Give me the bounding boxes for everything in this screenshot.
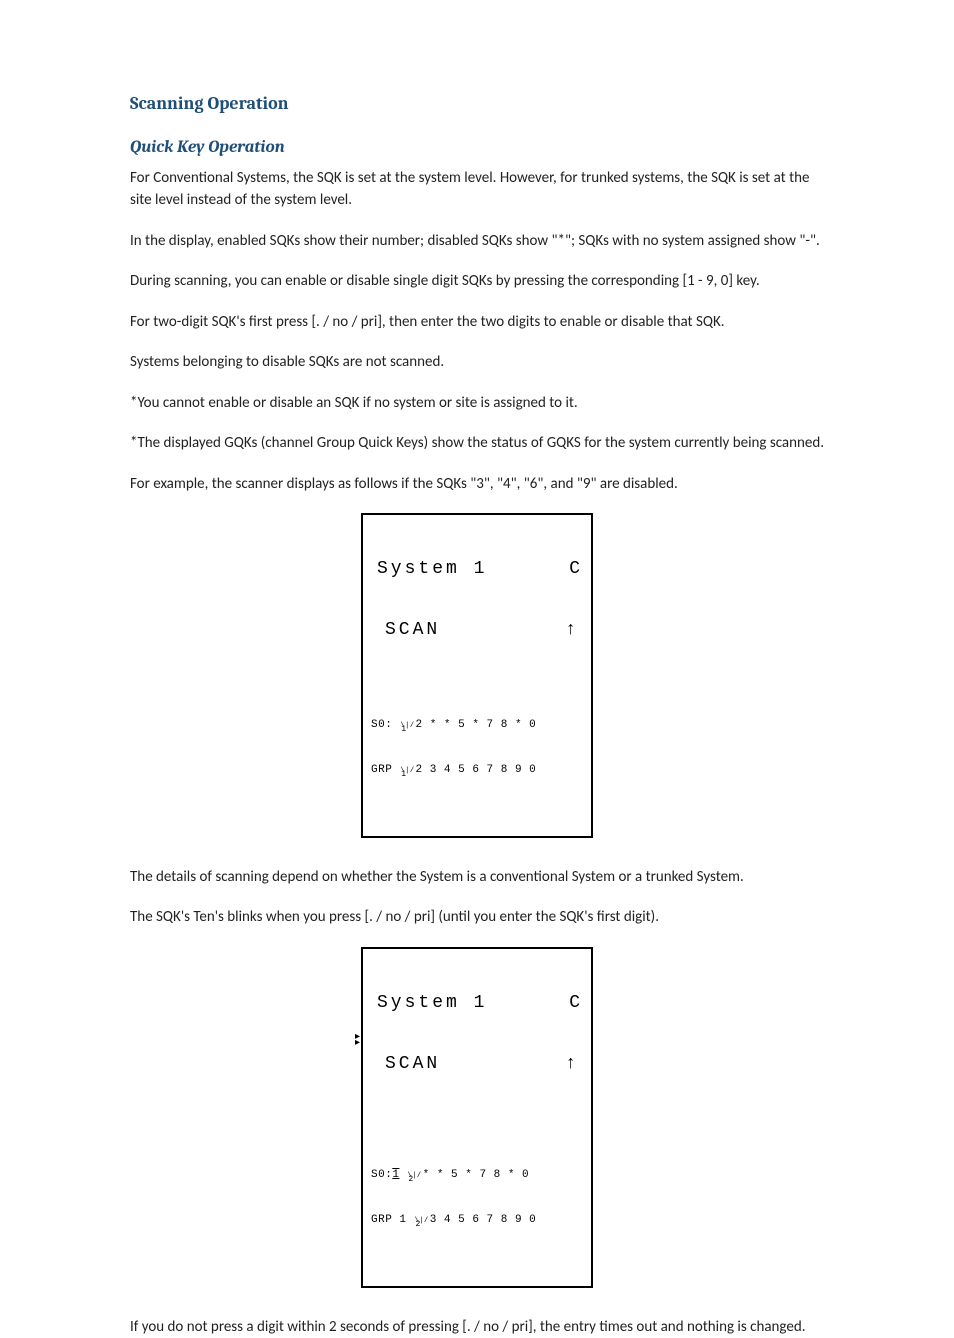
- body-text: For two-digit SQK's first press [. / no …: [130, 311, 824, 334]
- lcd-grp-row: GRP 1 2 3 4 5 6 7 8 9 01 2 3 4 5 6 7 8 9…: [371, 1213, 583, 1228]
- up-arrow-icon: ↑: [565, 618, 583, 642]
- body-text: If you do not press a digit within 2 sec…: [130, 1316, 824, 1338]
- antenna-icon: 2: [408, 1174, 415, 1183]
- body-text: *You cannot enable or disable an SQK if …: [130, 392, 824, 415]
- lcd-scan-label: SCAN: [385, 1052, 440, 1076]
- lcd-display-1: System 1 C SCAN ↑ S0: 1 1 2 * * 5 * 7 8 …: [361, 513, 593, 838]
- antenna-icon: 1: [400, 769, 407, 778]
- lcd-display-2: System 1 C SCAN ↑ ▸▸ S0:1 2 * * 5 * 7 8 …: [361, 947, 593, 1288]
- up-arrow-icon: ↑: [565, 1052, 583, 1076]
- lcd-system-label: System 1: [377, 991, 487, 1015]
- lcd-blink-digit: 1: [392, 1169, 399, 1181]
- body-text: In the display, enabled SQKs show their …: [130, 230, 824, 253]
- body-text: *The displayed GQKs (channel Group Quick…: [130, 432, 824, 455]
- lcd-mode-indicator: C: [569, 991, 583, 1015]
- cursor-marks-icon: ▸▸: [355, 1035, 361, 1047]
- heading-quick-key-operation: Quick Key Operation: [130, 135, 824, 161]
- body-text: The details of scanning depend on whethe…: [130, 866, 824, 889]
- lcd-mode-indicator: C: [569, 557, 583, 581]
- body-text: For example, the scanner displays as fol…: [130, 473, 824, 496]
- lcd-sqk-row: S0:1 2 * * 5 * 7 8 * 02 * * 5 * 7 8 * 0: [371, 1168, 583, 1183]
- lcd-grp-row: GRP 1 2 3 4 5 6 7 8 9 01 2 3 4 5 6 7 8 9…: [371, 763, 583, 778]
- heading-scanning-operation: Scanning Operation: [130, 90, 824, 117]
- lcd-sqk-row: S0: 1 1 2 * * 5 * 7 8 * 02 * * 5 * 7 8 *…: [371, 718, 583, 733]
- lcd-scan-label: SCAN: [385, 618, 440, 642]
- antenna-icon: 1: [400, 724, 407, 733]
- body-text: Systems belonging to disable SQKs are no…: [130, 351, 824, 374]
- antenna-icon: 2: [415, 1219, 422, 1228]
- body-text: During scanning, you can enable or disab…: [130, 270, 824, 293]
- body-text: The SQK's Ten's blinks when you press [.…: [130, 906, 824, 929]
- body-text: For Conventional Systems, the SQK is set…: [130, 167, 824, 212]
- lcd-system-label: System 1: [377, 557, 487, 581]
